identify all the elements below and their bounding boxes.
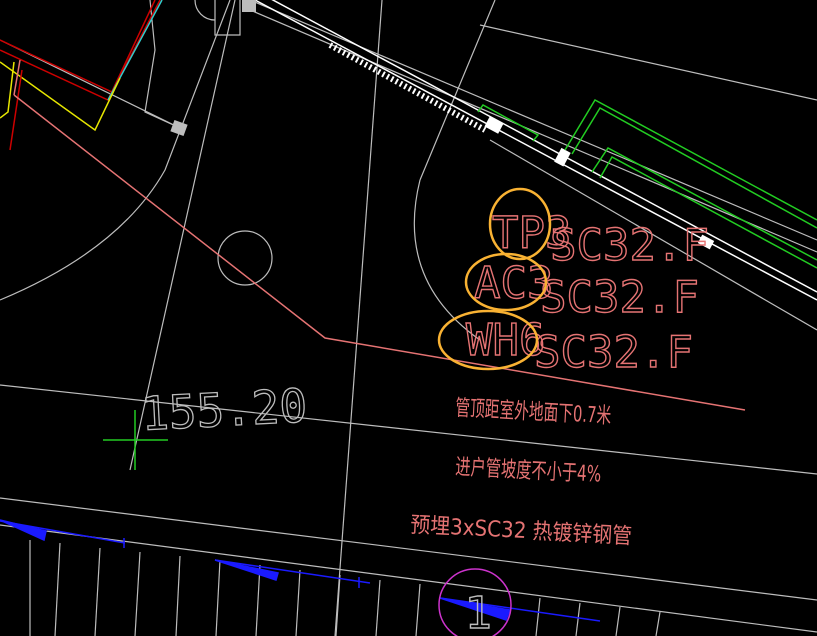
grid-line bbox=[535, 597, 541, 636]
grid-line bbox=[94, 547, 101, 636]
road-line bbox=[0, 524, 817, 633]
pipe-label-ac3-spec: SC32.F bbox=[540, 272, 699, 323]
elevation-label: 155.20 bbox=[140, 378, 309, 441]
grid-line bbox=[134, 551, 141, 636]
diag-line bbox=[479, 24, 817, 101]
grid-line bbox=[54, 542, 61, 636]
fence-post bbox=[170, 119, 188, 137]
grid-line bbox=[615, 606, 621, 636]
fence-post bbox=[554, 147, 571, 167]
blue-arrow bbox=[214, 559, 279, 581]
note-slope: 进户管坡度不小于4% bbox=[455, 455, 602, 488]
grid-line bbox=[415, 583, 421, 636]
site-circle bbox=[217, 230, 273, 286]
grid-line bbox=[295, 569, 301, 636]
grid-line bbox=[575, 602, 581, 636]
cad-drawing: 155.20 TP3 SC32.F AC3 SC32.F WH6 SC32.F … bbox=[0, 0, 817, 636]
curve-line bbox=[419, 0, 496, 181]
grid-line bbox=[175, 555, 181, 636]
diag-line bbox=[249, 0, 817, 241]
grid-marker: 1 bbox=[438, 568, 512, 636]
grid-line bbox=[215, 559, 221, 636]
pipe-label-wh6-spec: SC32.F bbox=[534, 327, 693, 378]
grid-line bbox=[335, 574, 341, 636]
blue-arrow bbox=[0, 519, 47, 542]
grid-marker-label: 1 bbox=[465, 588, 493, 636]
fence-hatch bbox=[328, 42, 487, 133]
curve-path bbox=[0, 0, 231, 301]
top-left-lines bbox=[0, 0, 163, 151]
note-conduit: 预埋3xSC32 热镀锌钢管 bbox=[410, 513, 633, 550]
road-line bbox=[0, 384, 817, 475]
road-line bbox=[0, 497, 817, 601]
vertical-line bbox=[334, 0, 383, 636]
pipe-labels: TP3 SC32.F AC3 SC32.F WH6 SC32.F bbox=[465, 207, 709, 378]
note-depth: 管顶距室外地面下0.7米 bbox=[455, 396, 612, 429]
pipe-label-tp3-spec: SC32.F bbox=[550, 220, 709, 271]
grid-line bbox=[375, 579, 381, 636]
fence-post bbox=[242, 0, 256, 12]
door-arc bbox=[194, 0, 216, 21]
red-line bbox=[0, 0, 161, 93]
grid-line bbox=[255, 564, 261, 636]
notes: 管顶距室外地面下0.7米 进户管坡度不小于4% 预埋3xSC32 热镀锌钢管 bbox=[410, 396, 633, 550]
green-line bbox=[571, 106, 817, 229]
grid-line bbox=[655, 611, 661, 636]
